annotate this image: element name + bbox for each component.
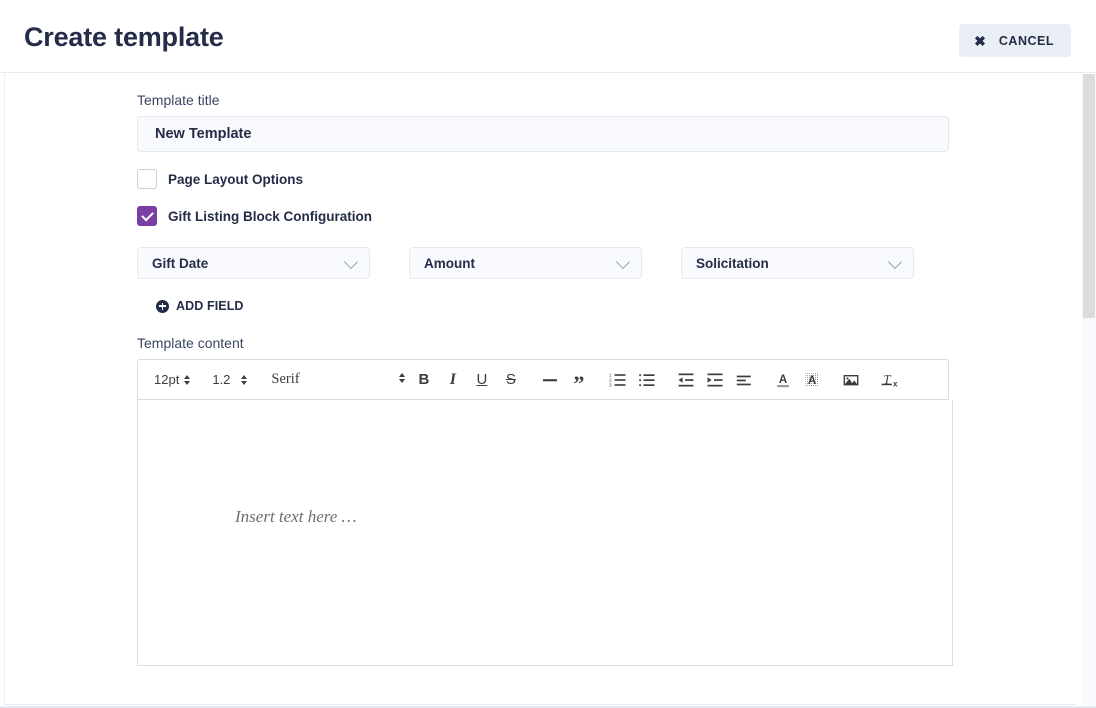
font-family-value: Serif [271,371,300,387]
editor-toolbar: 12pt 1.2 Serif B I U S ” 1 2 3 A A T x [137,359,949,400]
page-title: Create template [24,22,224,52]
template-title-label: Template title [137,92,220,108]
vertical-scrollbar-thumb[interactable] [1083,74,1095,318]
strikethrough-icon[interactable]: S [496,365,525,395]
gift-field-select-2[interactable]: Amount [409,247,642,279]
bullet-list-icon[interactable] [632,365,661,395]
template-title-input[interactable] [137,116,949,152]
plus-circle-icon [156,299,169,313]
editor-placeholder: Insert text here … [235,507,357,526]
line-height-stepper[interactable]: 1.2 [206,360,253,399]
gift-field-select-3-value: Solicitation [696,255,769,271]
add-field-button[interactable]: ADD FIELD [156,299,244,313]
checkbox-checked-icon[interactable] [137,206,157,226]
create-template-page: Create template ✖ CANCEL Template title … [0,0,1096,708]
horizontal-rule-icon[interactable] [535,365,564,395]
template-content-label: Template content [137,335,244,351]
template-content-editor[interactable]: Insert text here … [137,400,953,666]
font-size-value: 12pt [154,372,180,387]
stepper-updown-icon [399,373,406,383]
underline-icon[interactable]: U [467,365,496,395]
chevron-down-icon [615,254,631,270]
gift-field-select-3[interactable]: Solicitation [681,247,914,279]
checkbox-gift-listing-block-configuration[interactable]: Gift Listing Block Configuration [137,206,372,226]
gift-field-select-row: Gift Date Amount Solicitation [137,247,953,279]
gift-field-select-1[interactable]: Gift Date [137,247,370,279]
svg-text:A: A [779,374,787,386]
stepper-updown-icon [241,374,248,385]
cancel-button-label: CANCEL [998,33,1054,48]
close-icon: ✖ [974,32,986,49]
checkbox-page-layout-options[interactable]: Page Layout Options [137,169,303,189]
clear-formatting-icon[interactable]: T x [875,365,904,395]
blockquote-icon[interactable]: ” [564,365,593,394]
gift-field-select-2-value: Amount [424,255,475,271]
form-scroll-region: Template title Page Layout Options Gift … [4,73,1076,705]
font-size-stepper[interactable]: 12pt [148,360,196,399]
numbered-list-icon[interactable]: 1 2 3 [603,365,632,395]
page-header: Create template ✖ CANCEL [0,0,1096,73]
cancel-button[interactable]: ✖ CANCEL [959,24,1071,57]
line-height-value: 1.2 [212,372,231,387]
italic-icon[interactable]: I [438,365,467,395]
template-form: Template title Page Layout Options Gift … [137,91,953,666]
text-color-icon[interactable]: A [768,365,797,395]
checkbox-gift-listing-block-configuration-label: Gift Listing Block Configuration [168,208,372,224]
add-field-button-label: ADD FIELD [176,299,244,313]
chevron-down-icon [887,254,903,270]
indent-icon[interactable] [700,365,729,395]
highlight-color-icon[interactable]: A [797,365,826,395]
font-family-select[interactable]: Serif [271,360,406,399]
checkbox-page-layout-options-label: Page Layout Options [168,171,304,187]
chevron-down-icon [343,254,359,270]
insert-image-icon[interactable] [836,365,865,395]
gift-field-select-1-value: Gift Date [152,255,209,271]
bold-icon[interactable]: B [409,365,438,395]
svg-text:A: A [808,375,816,387]
svg-text:3: 3 [609,382,612,387]
checkbox-unchecked-icon[interactable] [137,169,157,189]
align-left-icon[interactable] [729,365,758,395]
stepper-updown-icon [184,374,191,385]
outdent-icon[interactable] [671,365,700,395]
svg-text:x: x [893,379,898,388]
